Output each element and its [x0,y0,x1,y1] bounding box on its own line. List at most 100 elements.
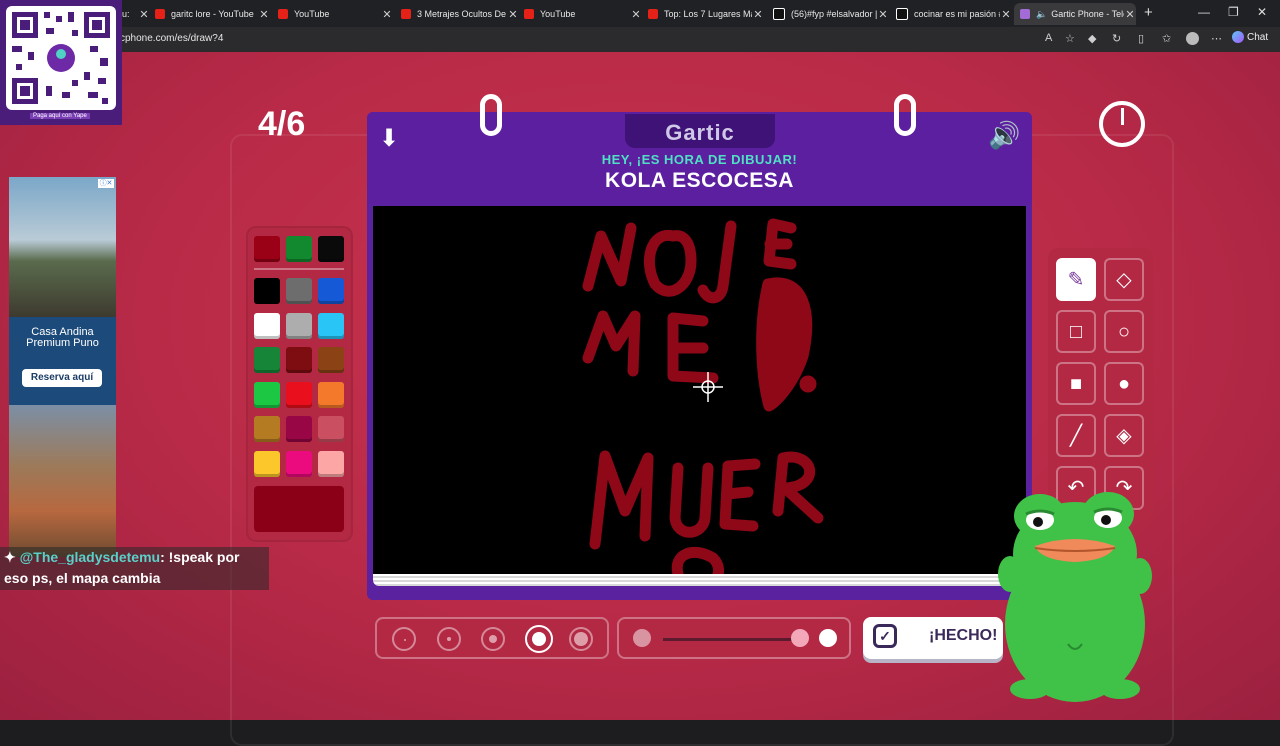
brush-size-selector [375,617,609,659]
minimize-icon[interactable]: — [1198,5,1210,19]
color-swatch[interactable] [254,382,280,408]
youtube-favicon-icon [648,9,658,19]
close-icon[interactable]: ✕ [1124,8,1136,21]
read-aloud-icon[interactable]: A [1045,32,1052,44]
brush-size-5[interactable] [569,627,593,651]
ad-image-hotel [9,405,116,557]
pencil-icon[interactable]: ✎ [1056,258,1096,301]
brush-size-1[interactable] [392,627,416,651]
done-button[interactable]: ✓ ¡HECHO! [863,617,1003,659]
filled-rectangle-icon[interactable]: ■ [1056,362,1096,405]
stream-chat-message: ✦ @The_gladysdetemu: !speak por eso ps, … [0,547,269,590]
chat-username: @The_gladysdetemu [19,549,161,565]
tab-4[interactable]: YouTube ✕ [524,3,642,25]
tab-title: garitc lore - YouTube [171,9,254,19]
color-swatch[interactable] [286,313,312,339]
close-icon[interactable]: ✕ [752,8,764,21]
drawing-canvas[interactable] [373,206,1026,574]
close-icon[interactable]: ✕ [630,8,642,21]
timer-icon [1099,101,1145,147]
color-swatch[interactable] [286,236,312,262]
color-swatch[interactable] [254,313,280,339]
profile-avatar-icon[interactable] [1186,32,1199,45]
refresh-icon[interactable]: ↻ [1112,32,1121,45]
restore-icon[interactable]: ❐ [1228,5,1239,19]
filled-ellipse-icon[interactable]: ● [1104,362,1144,405]
color-swatch[interactable] [286,416,312,442]
download-icon[interactable]: ⬇ [379,124,399,153]
frog-mascot-overlay [990,484,1160,706]
ad-info-icon[interactable]: ⓘ✕ [98,179,114,188]
round-counter: 4/6 [258,105,306,143]
favorites-icon[interactable]: ✩ [1162,32,1171,45]
color-swatch[interactable] [254,416,280,442]
brush-size-3[interactable] [481,627,505,651]
tab-5[interactable]: Top: Los 7 Lugares Más ✕ [648,3,764,25]
copilot-chat-button[interactable]: Chat [1232,31,1268,43]
color-swatch[interactable] [318,347,344,373]
color-swatch[interactable] [318,416,344,442]
tab-title: YouTube [294,9,330,19]
tab-7[interactable]: cocinar es mi pasión #p ✕ [896,3,1012,25]
opacity-track[interactable] [663,638,803,641]
close-icon[interactable]: ✕ [1000,8,1012,21]
close-icon[interactable]: ✕ [138,8,150,21]
board-header: Gartic HEY, ¡ES HORA DE DIBUJAR! KOLA ES… [367,112,1032,204]
palette-divider [254,268,344,270]
tab-bar: u: ✕ garitc lore - YouTube ✕ YouTube ✕ 3… [0,0,1280,27]
check-icon: ✓ [873,624,897,648]
close-icon[interactable]: ✕ [258,8,270,21]
rectangle-icon[interactable]: □ [1056,310,1096,353]
line-icon[interactable]: ╱ [1056,414,1096,457]
opacity-slider[interactable] [617,617,851,659]
color-swatch[interactable] [286,278,312,304]
new-tab-button[interactable]: + [1144,4,1153,21]
tiktok-favicon-icon [896,8,908,20]
tab-title: Gartic Phone - Telé [1051,9,1124,19]
url-text[interactable]: cphone.com/es/draw?4 [120,33,223,44]
brush-size-4[interactable] [525,625,553,653]
opacity-max-icon [819,629,837,647]
ad-cta-button[interactable]: Reserva aquí [22,369,102,387]
more-menu-icon[interactable]: ⋯ [1211,32,1222,45]
ellipse-icon[interactable]: ○ [1104,310,1144,353]
tab-title: cocinar es mi pasión #p [914,9,1000,19]
close-icon[interactable]: ✕ [877,8,889,21]
color-swatch[interactable] [254,347,280,373]
tool-panel: ✎ ◇ □ ○ ■ ● ╱ ◈ ↶ ↷ [1048,248,1154,520]
color-swatch[interactable] [318,382,344,408]
eraser-icon[interactable]: ◇ [1104,258,1144,301]
color-swatch[interactable] [318,313,344,339]
advertisement[interactable]: ⓘ✕ Casa Andina Premium Puno Reserva aquí [9,177,116,557]
color-swatch[interactable] [254,236,280,262]
gartic-favicon-icon [1020,9,1030,19]
fill-bucket-icon[interactable]: ◈ [1104,414,1144,457]
color-swatch[interactable] [318,278,344,304]
color-swatch[interactable] [254,278,280,304]
favorite-star-icon[interactable]: ☆ [1065,32,1075,45]
tab-1[interactable]: garitc lore - YouTube ✕ [155,3,270,25]
split-screen-icon[interactable]: ▯ [1138,32,1144,45]
chat-bullet-icon: ✦ [4,549,16,565]
color-swatch[interactable] [254,451,280,477]
extension-icon[interactable]: ◆ [1088,32,1096,45]
tab-3[interactable]: 3 Metrajes Ocultos De F ✕ [401,3,519,25]
close-icon[interactable]: ✕ [507,8,519,21]
brush-size-2[interactable] [437,627,461,651]
opacity-handle[interactable] [791,629,809,647]
copilot-icon [1232,31,1244,43]
color-swatch[interactable] [318,236,344,262]
color-swatch[interactable] [286,382,312,408]
color-swatch[interactable] [318,451,344,477]
tiktok-favicon-icon [773,8,785,20]
sound-icon[interactable]: 🔊 [988,120,1020,151]
tab-2[interactable]: YouTube ✕ [278,3,393,25]
close-icon[interactable]: ✕ [381,8,393,21]
color-swatch[interactable] [286,451,312,477]
tab-6[interactable]: (56)#fyp #elsalvador | co ✕ [773,3,889,25]
tab-8-active[interactable]: 🔈 Gartic Phone - Telé ✕ [1014,3,1136,25]
chat-label: Chat [1247,31,1269,43]
window-close-icon[interactable]: ✕ [1257,5,1267,19]
youtube-favicon-icon [155,9,165,19]
color-swatch[interactable] [286,347,312,373]
